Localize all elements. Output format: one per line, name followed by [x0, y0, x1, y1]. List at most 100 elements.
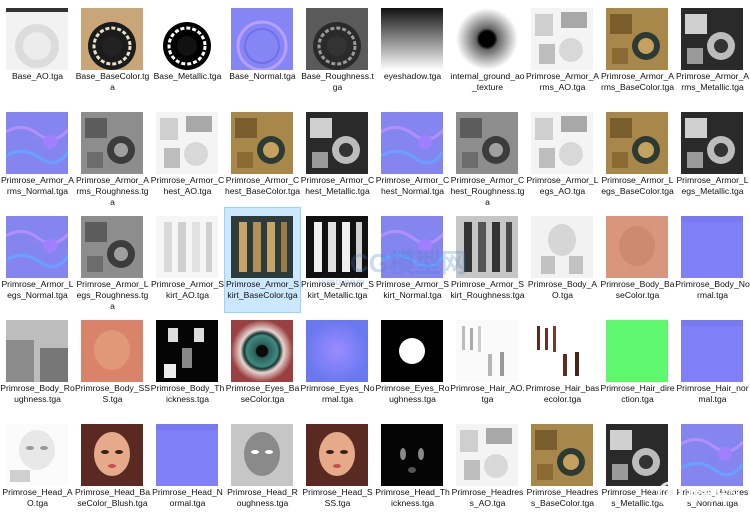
file-item[interactable]: Primrose_Armor_Skirt_Roughness.tga: [450, 208, 525, 312]
file-item[interactable]: Primrose_Head_Roughness.tga: [225, 416, 300, 513]
file-item[interactable]: Primrose_Eyes_Normal.tga: [300, 312, 375, 416]
file-name: Primrose_Armor_Chest_Metallic.tga: [300, 175, 375, 196]
file-item[interactable]: Primrose_Hair_AO.tga: [450, 312, 525, 416]
file-name: Primrose_Hair_normal.tga: [676, 383, 749, 404]
file-item[interactable]: Primrose_Body_Normal.tga: [675, 208, 750, 312]
file-item[interactable]: Primrose_Headress_Normal.tga: [675, 416, 750, 513]
file-name: Primrose_Body_BaseColor.tga: [600, 279, 675, 300]
file-item[interactable]: Base_Normal.tga: [225, 0, 300, 104]
file-name: Primrose_Head_SSS.tga: [302, 487, 373, 508]
file-thumbnail: [681, 320, 743, 382]
file-name: Base_Metallic.tga: [153, 71, 222, 81]
file-name: Primrose_Armor_Legs_Normal.tga: [1, 279, 74, 300]
file-thumbnail: [456, 112, 518, 174]
file-name: Primrose_Eyes_Normal.tga: [300, 383, 375, 404]
file-item[interactable]: eyeshadow.tga: [375, 0, 450, 104]
file-thumbnail: [606, 320, 668, 382]
file-item[interactable]: Primrose_Armor_Chest_Roughness.tga: [450, 104, 525, 208]
file-thumbnail: [81, 424, 143, 486]
file-thumbnail: [381, 8, 443, 70]
file-item[interactable]: Primrose_Armor_Chest_BaseColor.tga: [225, 104, 300, 208]
file-item[interactable]: Primrose_Headress_BaseColor.tga: [525, 416, 600, 513]
file-name: Primrose_Body_SSS.tga: [75, 383, 150, 404]
file-name: Primrose_Armor_Chest_Roughness.tga: [450, 175, 525, 207]
file-thumbnail: [6, 8, 68, 70]
file-item[interactable]: Primrose_Armor_Chest_Metallic.tga: [300, 104, 375, 208]
file-name: Primrose_Armor_Skirt_AO.tga: [150, 279, 225, 300]
file-thumbnail: [231, 424, 293, 486]
file-item[interactable]: Base_BaseColor.tga: [75, 0, 150, 104]
file-item[interactable]: Primrose_Head_AO.tga: [0, 416, 75, 513]
file-item[interactable]: Primrose_Armor_Legs_BaseColor.tga: [600, 104, 675, 208]
file-item[interactable]: Primrose_Hair_normal.tga: [675, 312, 750, 416]
file-name: Primrose_Armor_Arms_AO.tga: [525, 71, 600, 92]
file-name: Primrose_Armor_Chest_BaseColor.tga: [225, 175, 301, 196]
file-name: Primrose_Body_Thickness.tga: [150, 383, 225, 404]
file-item[interactable]: internal_ground_ao_texture: [450, 0, 525, 104]
file-item[interactable]: Primrose_Head_Normal.tga: [150, 416, 225, 513]
file-item[interactable]: Primrose_Armor_Legs_Normal.tga: [0, 208, 75, 312]
file-item[interactable]: Primrose_Eyes_BaseColor.tga: [225, 312, 300, 416]
file-name: Primrose_Armor_Skirt_Normal.tga: [375, 279, 450, 300]
file-name: eyeshadow.tga: [383, 71, 442, 81]
file-item[interactable]: Primrose_Armor_Legs_Metallic.tga: [675, 104, 750, 208]
file-name: Primrose_Armor_Legs_Metallic.tga: [676, 175, 749, 196]
file-item[interactable]: Primrose_Armor_Legs_Roughness.tga: [75, 208, 150, 312]
file-thumbnail: [231, 112, 293, 174]
file-name: Primrose_Head_Thickness.tga: [375, 487, 450, 508]
file-item[interactable]: Primrose_Armor_Skirt_Normal.tga: [375, 208, 450, 312]
file-item[interactable]: Primrose_Armor_Chest_AO.tga: [150, 104, 225, 208]
file-thumbnail: [381, 112, 443, 174]
file-item[interactable]: Primrose_Armor_Legs_AO.tga: [525, 104, 600, 208]
file-name: Base_AO.tga: [11, 71, 64, 81]
file-item[interactable]: Primrose_Armor_Arms_Metallic.tga: [675, 0, 750, 104]
file-name: Primrose_Head_Normal.tga: [152, 487, 223, 508]
file-thumbnail: [306, 424, 368, 486]
file-thumbnail: [156, 216, 218, 278]
file-thumbnail: [381, 424, 443, 486]
file-item[interactable]: Primrose_Armor_Chest_Normal.tga: [375, 104, 450, 208]
file-item[interactable]: Primrose_Armor_Arms_BaseColor.tga: [600, 0, 675, 104]
file-thumbnail: [381, 320, 443, 382]
file-thumbnail: [381, 216, 443, 278]
file-thumbnail: [456, 320, 518, 382]
file-item[interactable]: Primrose_Headress_Metallic.tga: [600, 416, 675, 513]
file-name: internal_ground_ao_texture: [450, 71, 525, 92]
file-item[interactable]: Primrose_Armor_Arms_Normal.tga: [0, 104, 75, 208]
file-name: Primrose_Armor_Legs_Roughness.tga: [76, 279, 149, 311]
file-item[interactable]: Primrose_Headress_AO.tga: [450, 416, 525, 513]
file-item[interactable]: Primrose_Hair_basecolor.tga: [525, 312, 600, 416]
file-item[interactable]: Primrose_Body_Thickness.tga: [150, 312, 225, 416]
file-item[interactable]: Primrose_Head_Thickness.tga: [375, 416, 450, 513]
file-item[interactable]: Primrose_Body_SSS.tga: [75, 312, 150, 416]
file-item[interactable]: Primrose_Armor_Skirt_Metallic.tga: [300, 208, 375, 312]
file-name: Primrose_Eyes_BaseColor.tga: [225, 383, 300, 404]
file-thumbnail: [81, 8, 143, 70]
file-thumbnail: [306, 216, 368, 278]
file-item[interactable]: Primrose_Body_Roughness.tga: [0, 312, 75, 416]
file-name: Primrose_Armor_Arms_BaseColor.tga: [600, 71, 675, 92]
file-thumbnail: [606, 216, 668, 278]
file-item[interactable]: Primrose_Eyes_Roughness.tga: [375, 312, 450, 416]
file-thumbnail: [531, 112, 593, 174]
file-item[interactable]: Primrose_Body_BaseColor.tga: [600, 208, 675, 312]
file-item[interactable]: Primrose_Armor_Arms_Roughness.tga: [75, 104, 150, 208]
file-item[interactable]: Base_AO.tga: [0, 0, 75, 104]
file-thumbnail: [681, 112, 743, 174]
file-thumbnail: [606, 424, 668, 486]
file-item[interactable]: Primrose_Head_SSS.tga: [300, 416, 375, 513]
file-item[interactable]: Primrose_Hair_direction.tga: [600, 312, 675, 416]
file-item[interactable]: Primrose_Armor_Skirt_AO.tga: [150, 208, 225, 312]
file-item[interactable]: Primrose_Armor_Arms_AO.tga: [525, 0, 600, 104]
file-item[interactable]: Primrose_Head_BaseColor_Blush.tga: [75, 416, 150, 513]
file-thumbnail: [6, 112, 68, 174]
file-name: Primrose_Headress_AO.tga: [451, 487, 524, 508]
file-item[interactable]: Base_Roughness.tga: [300, 0, 375, 104]
file-thumbnail: [456, 216, 518, 278]
file-thumbnail: [231, 320, 293, 382]
file-thumbnail: [531, 320, 593, 382]
file-item[interactable]: Primrose_Body_AO.tga: [525, 208, 600, 312]
file-item[interactable]: Base_Metallic.tga: [150, 0, 225, 104]
file-item[interactable]: Primrose_Armor_Skirt_BaseColor.tga: [224, 207, 301, 313]
file-thumbnail: [6, 216, 68, 278]
